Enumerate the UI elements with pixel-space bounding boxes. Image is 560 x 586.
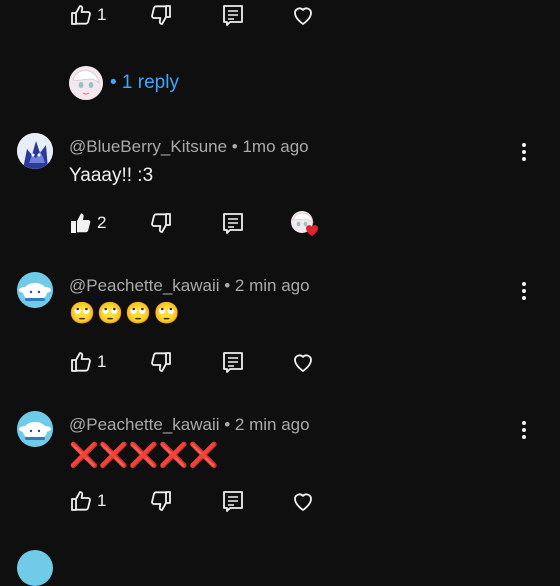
cinnamoroll-avatar-icon — [17, 411, 53, 447]
comment-author[interactable]: @Peachette_kawaii — [69, 276, 220, 295]
dislike-button[interactable] — [149, 3, 173, 27]
fox-avatar-icon — [17, 133, 53, 169]
cinnamoroll-avatar-icon — [17, 272, 53, 308]
replies-toggle[interactable]: • 1 reply — [69, 66, 269, 100]
dislike-button[interactable] — [149, 350, 173, 374]
reply-icon — [221, 489, 245, 513]
replies-count-link: • 1 reply — [110, 72, 179, 93]
comment-emoji-text: ❌❌❌❌❌ — [69, 442, 219, 469]
thumbs-down-icon — [149, 350, 173, 374]
reply-icon — [221, 211, 245, 235]
thumbs-down-icon — [149, 489, 173, 513]
heart-icon — [291, 3, 315, 27]
like-button[interactable] — [69, 3, 93, 27]
more-actions-button[interactable] — [522, 282, 528, 303]
like-button[interactable] — [69, 489, 93, 513]
thumbs-down-icon — [149, 3, 173, 27]
dislike-button[interactable] — [149, 211, 173, 235]
comment-time: • 2 min ago — [224, 276, 310, 295]
reply-button[interactable] — [221, 211, 245, 235]
reply-button[interactable] — [221, 3, 245, 27]
heart-button[interactable] — [291, 350, 315, 374]
like-count: 1 — [97, 352, 107, 371]
creator-heart-badge — [290, 210, 322, 238]
like-count: 1 — [97, 491, 107, 510]
reply-avatar — [69, 66, 103, 100]
like-button[interactable] — [69, 350, 93, 374]
anime-avatar-icon — [69, 66, 103, 100]
thumbs-up-icon — [69, 3, 93, 27]
reply-icon — [221, 350, 245, 374]
reply-button[interactable] — [221, 489, 245, 513]
more-actions-button[interactable] — [522, 143, 528, 164]
comment-author[interactable]: @Peachette_kawaii — [69, 415, 220, 434]
comment-text: Yaaay!! :3 — [69, 165, 154, 186]
like-count: 1 — [97, 5, 107, 24]
thumbs-down-icon — [149, 211, 173, 235]
avatar[interactable] — [17, 272, 53, 308]
comment-author[interactable]: @BlueBerry_Kitsune — [69, 137, 227, 156]
comment-time: • 2 min ago — [224, 415, 310, 434]
more-actions-button[interactable] — [522, 421, 528, 442]
reply-button[interactable] — [221, 350, 245, 374]
thumbs-up-filled-icon — [69, 211, 93, 235]
like-button[interactable] — [69, 211, 93, 235]
comment-meta: @Peachette_kawaii • 2 min ago — [69, 276, 310, 296]
thumbs-up-icon — [69, 489, 93, 513]
comment-meta: @Peachette_kawaii • 2 min ago — [69, 415, 310, 435]
comment-meta: @BlueBerry_Kitsune • 1mo ago — [69, 137, 309, 157]
heart-icon — [291, 350, 315, 374]
avatar[interactable] — [17, 133, 53, 169]
thumbs-up-icon — [69, 350, 93, 374]
comment-emoji-text: 🙄🙄🙄🙄 — [69, 302, 182, 325]
heart-icon — [291, 489, 315, 513]
creator-heart-icon — [291, 211, 319, 236]
heart-button[interactable] — [291, 489, 315, 513]
dislike-button[interactable] — [149, 489, 173, 513]
like-count: 2 — [97, 213, 107, 232]
comment-time: • 1mo ago — [231, 137, 309, 156]
heart-button[interactable] — [291, 3, 315, 27]
avatar[interactable] — [17, 550, 53, 586]
reply-icon — [221, 3, 245, 27]
avatar[interactable] — [17, 411, 53, 447]
